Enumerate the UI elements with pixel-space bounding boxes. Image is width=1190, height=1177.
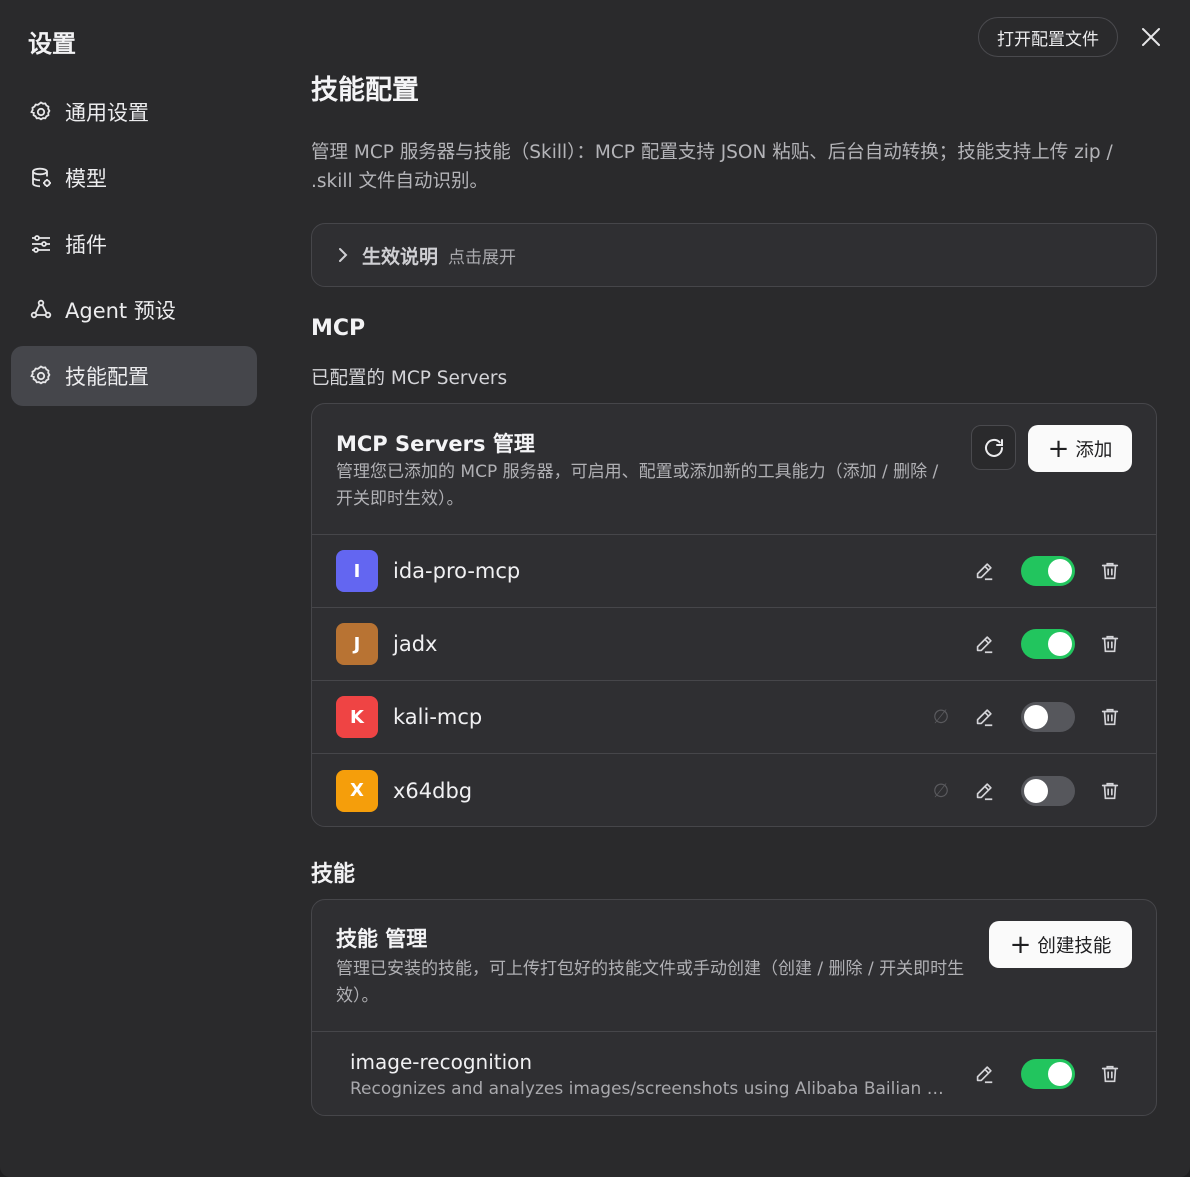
agent-icon xyxy=(29,298,53,322)
skill-row: image-recognition Recognizes and analyze… xyxy=(312,1032,1156,1115)
edit-button[interactable] xyxy=(971,778,997,804)
skill-description: Recognizes and analyzes images/screensho… xyxy=(350,1079,950,1099)
skills-card-description: 管理已安装的技能，可上传打包好的技能文件或手动创建（创建 / 删除 / 开关即时… xyxy=(336,959,965,1006)
trash-icon xyxy=(1101,708,1119,726)
mcp-servers-card: MCP Servers 管理 管理您已添加的 MCP 服务器，可启用、配置或添加… xyxy=(311,403,1157,827)
edit-button[interactable] xyxy=(971,1061,997,1087)
sidebar: 设置 通用设置 模型 插件 Agent 预设 技能配置 xyxy=(0,0,280,1177)
gear-icon xyxy=(29,364,53,388)
pencil-icon xyxy=(976,1066,993,1084)
avatar: I xyxy=(336,550,378,592)
effect-notes-collapse[interactable]: 生效说明 点击展开 xyxy=(311,223,1157,287)
plus-icon: + xyxy=(1047,433,1070,464)
sidebar-item-agent-presets[interactable]: Agent 预设 xyxy=(11,280,257,340)
add-mcp-label: 添加 xyxy=(1075,439,1113,461)
mcp-server-name: ida-pro-mcp xyxy=(393,559,521,583)
avatar: K xyxy=(336,696,378,738)
delete-button[interactable] xyxy=(1097,704,1123,730)
mcp-section-heading: MCP xyxy=(311,316,366,341)
refresh-icon xyxy=(984,438,1003,457)
sidebar-item-general[interactable]: 通用设置 xyxy=(11,82,257,142)
mcp-card-title: MCP Servers 管理 xyxy=(336,432,535,456)
pencil-icon xyxy=(976,709,993,727)
trash-icon xyxy=(1101,562,1119,580)
refresh-button[interactable] xyxy=(971,425,1016,470)
sidebar-nav: 通用设置 模型 插件 Agent 预设 技能配置 xyxy=(11,82,257,412)
mcp-server-name: x64dbg xyxy=(393,778,473,803)
skills-card: 技能 管理 管理已安装的技能，可上传打包好的技能文件或手动创建（创建 / 删除 … xyxy=(311,899,1157,1116)
gear-icon xyxy=(29,100,53,124)
sidebar-item-models[interactable]: 模型 xyxy=(11,148,257,208)
skills-section-heading: 技能 xyxy=(311,862,356,887)
mcp-server-row: K kali-mcp ∅ xyxy=(312,681,1156,754)
enable-toggle[interactable] xyxy=(1021,775,1075,806)
app-title: 设置 xyxy=(28,30,76,58)
mcp-card-header: MCP Servers 管理 管理您已添加的 MCP 服务器，可启用、配置或添加… xyxy=(312,404,1156,535)
database-icon xyxy=(29,166,53,190)
sidebar-item-skills[interactable]: 技能配置 xyxy=(11,346,257,406)
edit-button[interactable] xyxy=(971,704,997,730)
delete-button[interactable] xyxy=(1097,631,1123,657)
add-mcp-button[interactable]: + 添加 xyxy=(1028,425,1132,472)
skills-card-header: 技能 管理 管理已安装的技能，可上传打包好的技能文件或手动创建（创建 / 删除 … xyxy=(312,900,1156,1032)
skill-name: image-recognition xyxy=(350,1050,533,1074)
plus-icon: + xyxy=(1009,929,1032,960)
page-description: 管理 MCP 服务器与技能（Skill）：MCP 配置支持 JSON 粘贴、后台… xyxy=(311,142,1113,192)
sidebar-item-label: 模型 xyxy=(65,167,107,191)
empty-set-icon: ∅ xyxy=(932,779,950,802)
delete-button[interactable] xyxy=(1097,778,1123,804)
mcp-subheading: 已配置的 MCP Servers xyxy=(311,368,508,389)
create-skill-button[interactable]: + 创建技能 xyxy=(989,921,1132,968)
pencil-icon xyxy=(976,782,993,800)
trash-icon xyxy=(1101,635,1119,653)
trash-icon xyxy=(1101,1065,1119,1083)
skills-card-title: 技能 管理 xyxy=(336,927,428,951)
sidebar-item-plugins[interactable]: 插件 xyxy=(11,214,257,274)
open-config-file-button[interactable]: 打开配置文件 xyxy=(978,17,1118,57)
close-button[interactable] xyxy=(1136,22,1166,52)
chevron-right-icon xyxy=(339,248,348,262)
pencil-icon xyxy=(976,563,993,581)
enable-toggle[interactable] xyxy=(1021,556,1075,586)
page-title: 技能配置 xyxy=(311,75,419,106)
mcp-server-row: I ida-pro-mcp xyxy=(312,535,1156,608)
enable-toggle[interactable] xyxy=(1021,702,1075,732)
sidebar-item-label: 插件 xyxy=(65,233,107,257)
avatar: X xyxy=(336,769,378,812)
mcp-server-row: X x64dbg ∅ xyxy=(312,754,1156,826)
edit-button[interactable] xyxy=(971,631,997,657)
delete-button[interactable] xyxy=(1097,558,1123,584)
edit-button[interactable] xyxy=(971,558,997,584)
trash-icon xyxy=(1101,782,1119,799)
pencil-icon xyxy=(976,636,993,654)
delete-button[interactable] xyxy=(1097,1061,1123,1087)
collapse-title: 生效说明 xyxy=(362,245,439,268)
enable-toggle[interactable] xyxy=(1021,629,1075,659)
collapse-hint: 点击展开 xyxy=(448,247,517,268)
empty-set-icon: ∅ xyxy=(932,706,950,728)
avatar: J xyxy=(336,623,378,665)
sliders-icon xyxy=(29,232,53,256)
mcp-card-description: 管理您已添加的 MCP 服务器，可启用、配置或添加新的工具能力（添加 / 删除 … xyxy=(336,462,939,509)
enable-toggle[interactable] xyxy=(1021,1059,1075,1089)
mcp-server-name: jadx xyxy=(393,632,438,656)
mcp-server-row: J jadx xyxy=(312,608,1156,681)
sidebar-item-label: Agent 预设 xyxy=(65,299,176,323)
mcp-server-name: kali-mcp xyxy=(393,705,483,729)
sidebar-item-label: 通用设置 xyxy=(65,101,149,125)
settings-window: 设置 通用设置 模型 插件 Agent 预设 技能配置 打开配置文件 技能配置 … xyxy=(0,0,1190,1177)
create-skill-label: 创建技能 xyxy=(1037,935,1112,957)
mcp-server-list: I ida-pro-mcp J jadx K kali-mcp ∅ X x64d… xyxy=(312,535,1156,826)
close-icon xyxy=(1142,28,1160,46)
sidebar-item-label: 技能配置 xyxy=(65,365,149,389)
